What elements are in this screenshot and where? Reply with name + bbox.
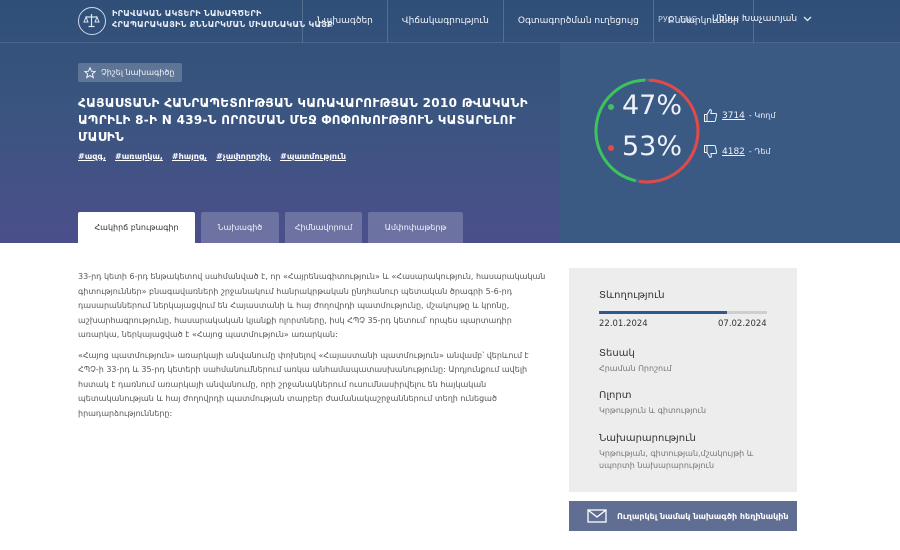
vote-for-dot bbox=[608, 104, 614, 110]
vote-against-percent: 53% bbox=[622, 131, 683, 162]
project-info-sidebar: Տևողություն 22.01.2024 07.02.2024 Տեսակ … bbox=[569, 268, 797, 492]
end-date: 07.02.2024 bbox=[718, 319, 767, 329]
summary-content: 33-րդ կետի 6-րդ ենթակետով սահմանված է, ո… bbox=[78, 270, 550, 427]
brand-line-2: ՀՐԱՊԱՐԱԿԱՅԻՆ ՔՆՆԱՐԿՄԱՆ ՄԻԱՍՆԱԿԱՆ ԿԱՅՔ bbox=[112, 20, 333, 29]
vote-against-count: 4182 bbox=[722, 146, 745, 157]
hero-section: ԻՐԱՎԱԿԱՆ ԱԿՏԵՐԻ ՆԱԽԱԳԾԵՐԻ ՀՐԱՊԱՐԱԿԱՅԻՆ Ք… bbox=[0, 0, 900, 243]
tab-summary[interactable]: Հակիրճ բնութագիր bbox=[78, 212, 195, 243]
type-value: Հրաման Որոշում bbox=[599, 364, 672, 373]
project-tabs: Հակիրճ բնութագիր Նախագիծ Հիմնավորում Ամփ… bbox=[78, 212, 463, 243]
vote-against-row[interactable]: 4182 - Դեմ bbox=[703, 144, 771, 159]
brand-line-1: ԻՐԱՎԱԿԱՆ ԱԿՏԵՐԻ ՆԱԽԱԳԾԵՐԻ bbox=[112, 9, 262, 18]
tab-project[interactable]: Նախագիծ bbox=[201, 212, 279, 243]
duration-progress-bar bbox=[599, 311, 767, 314]
tag-armenian[interactable]: #հայոց, bbox=[172, 152, 207, 161]
vote-for-row[interactable]: 3714 - Կողմ bbox=[703, 108, 775, 123]
vote-for-label: - Կողմ bbox=[748, 111, 776, 120]
thumbs-down-icon bbox=[704, 145, 718, 159]
ministry-value: Կրթության, գիտության,մշակույթի և սպորտի … bbox=[599, 449, 754, 470]
summary-paragraph-2: «Հայոց պատմություն» առարկայի անվանումը փ… bbox=[78, 350, 529, 418]
tab-overview[interactable]: Ամփոփաթերթ bbox=[368, 212, 463, 243]
duration-label: Տևողություն bbox=[599, 290, 665, 301]
nav-statistics[interactable]: Վիճակագրություն bbox=[386, 0, 503, 42]
tag-nation[interactable]: #ազգ, bbox=[78, 152, 106, 161]
tag-subject[interactable]: #առարկա, bbox=[115, 152, 163, 161]
vote-for-count: 3714 bbox=[722, 110, 745, 121]
start-date: 22.01.2024 bbox=[599, 319, 648, 329]
star-icon bbox=[84, 66, 96, 79]
tag-history[interactable]: #պատմություն bbox=[280, 152, 346, 161]
duration-progress-fill bbox=[599, 311, 727, 314]
nav-user-guide[interactable]: Օգտագործման ուղեցույց bbox=[502, 0, 653, 42]
user-menu[interactable]: Աննա Խաչատյան bbox=[712, 14, 812, 24]
top-navbar: ԻՐԱՎԱԿԱՆ ԱԿՏԵՐԻ ՆԱԽԱԳԾԵՐԻ ՀՐԱՊԱՐԱԿԱՅԻՆ Ք… bbox=[0, 0, 900, 42]
tab-justification[interactable]: Հիմնավորում bbox=[285, 212, 362, 243]
envelope-icon bbox=[587, 509, 607, 523]
lang-en[interactable]: ENG bbox=[680, 15, 697, 24]
project-title: ՀԱՅԱՍՏԱՆԻ ՀԱՆՐԱՊԵՏՈՒԹՅԱՆ ԿԱՌԱՎԱՐՈՒԹՅԱՆ 2… bbox=[78, 96, 528, 144]
tag-standard[interactable]: #չափորոշիչ, bbox=[216, 152, 271, 161]
vote-for-percent: 47% bbox=[622, 90, 683, 121]
ministry-label: Նախարարություն bbox=[599, 433, 696, 444]
send-letter-button[interactable]: Ուղարկել նամակ նախագծի հեղինակին bbox=[569, 501, 797, 531]
type-label: Տեսակ bbox=[599, 348, 635, 359]
nav-projects[interactable]: Նախագծեր bbox=[302, 0, 387, 42]
send-letter-label: Ուղարկել նամակ նախագծի հեղինակին bbox=[617, 511, 789, 521]
chevron-down-icon bbox=[803, 16, 812, 22]
vote-against-label: - Դեմ bbox=[748, 147, 771, 156]
vote-against-dot bbox=[608, 145, 614, 151]
brand-title[interactable]: ԻՐԱՎԱԿԱՆ ԱԿՏԵՐԻ ՆԱԽԱԳԾԵՐԻ ՀՐԱՊԱՐԱԿԱՅԻՆ Ք… bbox=[112, 8, 333, 30]
favorite-button[interactable]: Չիշել նախագիծը bbox=[78, 63, 183, 82]
summary-paragraph-1: 33-րդ կետի 6-րդ ենթակետով սահմանված է, ո… bbox=[78, 272, 546, 339]
field-label: Ոլորտ bbox=[599, 390, 632, 401]
tag-list: #ազգ, #առարկա, #հայոց, #չափորոշիչ, #պատմ… bbox=[78, 152, 346, 161]
thumbs-up-icon bbox=[704, 108, 718, 122]
favorite-label: Չիշել նախագիծը bbox=[101, 68, 175, 77]
lang-ru[interactable]: РУС bbox=[658, 15, 673, 24]
logo-icon[interactable] bbox=[78, 7, 106, 35]
field-value: Կրթություն և գիտություն bbox=[599, 406, 707, 415]
user-name: Աննա Խաչատյան bbox=[712, 14, 798, 24]
